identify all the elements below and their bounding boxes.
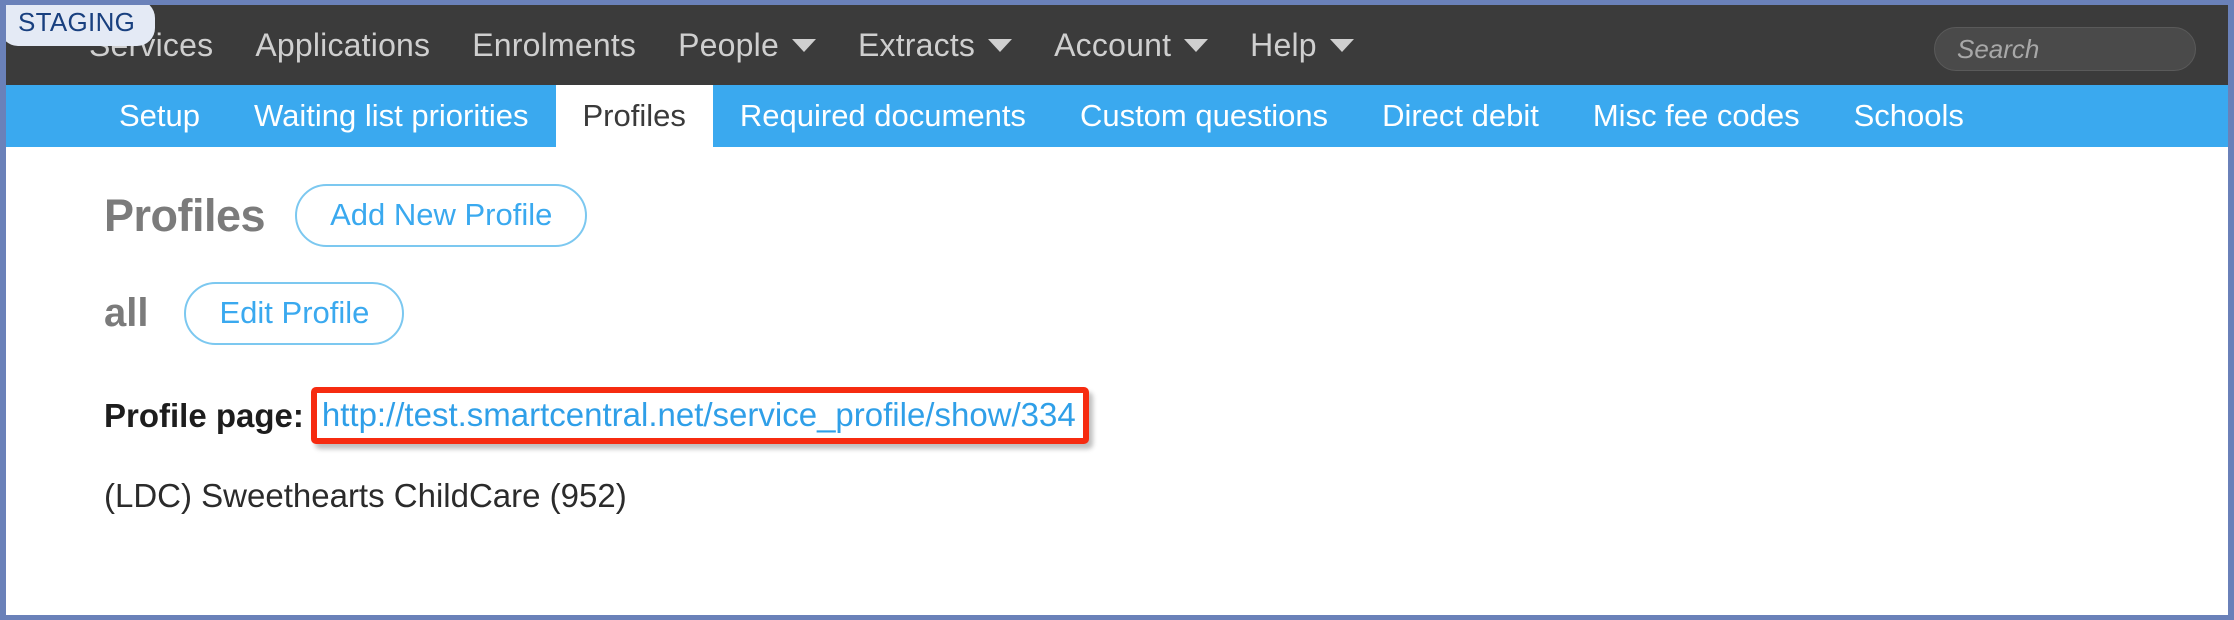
chevron-down-icon [1184,38,1209,52]
top-nav-links: Services Applications Enrolments People … [68,5,1375,85]
nav-item-label: People [678,26,779,63]
chevron-down-icon [791,38,816,52]
top-navigation-bar: Services Applications Enrolments People … [6,5,2228,85]
tab-required-documents[interactable]: Required documents [713,85,1053,147]
nav-item-enrolments[interactable]: Enrolments [451,27,657,64]
profile-name-row: all Edit Profile [104,282,2228,345]
search-input[interactable] [1935,33,2228,65]
tab-label: Schools [1853,98,1964,133]
nav-item-label: Enrolments [472,26,637,63]
nav-item-applications[interactable]: Applications [234,27,451,64]
nav-item-help[interactable]: Help [1229,27,1375,64]
nav-item-label: Account [1054,26,1172,63]
section-tab-bar: Setup Waiting list priorities Profiles R… [6,85,2228,147]
search-box[interactable] [1934,27,2228,71]
profiles-header-row: Profiles Add New Profile [104,184,2228,247]
tab-profiles[interactable]: Profiles [555,85,713,147]
tab-label: Misc fee codes [1592,98,1800,133]
add-new-profile-button[interactable]: Add New Profile [295,184,588,247]
page-title: Profiles [104,189,266,241]
service-name-text: (LDC) Sweethearts ChildCare (952) [104,477,627,514]
edit-profile-button[interactable]: Edit Profile [184,282,405,345]
chevron-down-icon [1329,38,1354,52]
tab-label: Profiles [582,98,686,133]
chevron-down-icon [988,38,1013,52]
staging-environment-badge: STAGING [6,5,156,46]
nav-item-people[interactable]: People [657,27,837,64]
tab-waiting-list-priorities[interactable]: Waiting list priorities [227,85,555,147]
tab-schools[interactable]: Schools [1827,85,1991,147]
main-content: Profiles Add New Profile all Edit Profil… [6,147,2228,615]
nav-item-account[interactable]: Account [1033,27,1229,64]
profile-name: all [104,291,149,335]
profile-page-label: Profile page: [104,396,304,434]
tab-label: Custom questions [1079,98,1329,133]
tab-direct-debit[interactable]: Direct debit [1355,85,1566,147]
profile-page-link[interactable]: http://test.smartcentral.net/service_pro… [322,396,1076,434]
nav-item-label: Applications [255,26,431,63]
url-highlight-annotation: http://test.smartcentral.net/service_pro… [310,387,1089,444]
profile-page-row: Profile page: http://test.smartcentral.n… [104,387,2228,444]
tab-label: Required documents [739,98,1026,133]
tab-misc-fee-codes[interactable]: Misc fee codes [1566,85,1827,147]
tab-setup[interactable]: Setup [92,85,227,147]
browser-page-frame: Services Applications Enrolments People … [0,0,2234,620]
nav-item-extracts[interactable]: Extracts [837,27,1033,64]
nav-item-label: Extracts [857,26,976,63]
nav-item-label: Help [1250,26,1317,63]
tab-label: Direct debit [1382,98,1539,133]
tab-label: Waiting list priorities [254,98,529,133]
tab-label: Setup [119,98,201,133]
tab-custom-questions[interactable]: Custom questions [1053,85,1355,147]
